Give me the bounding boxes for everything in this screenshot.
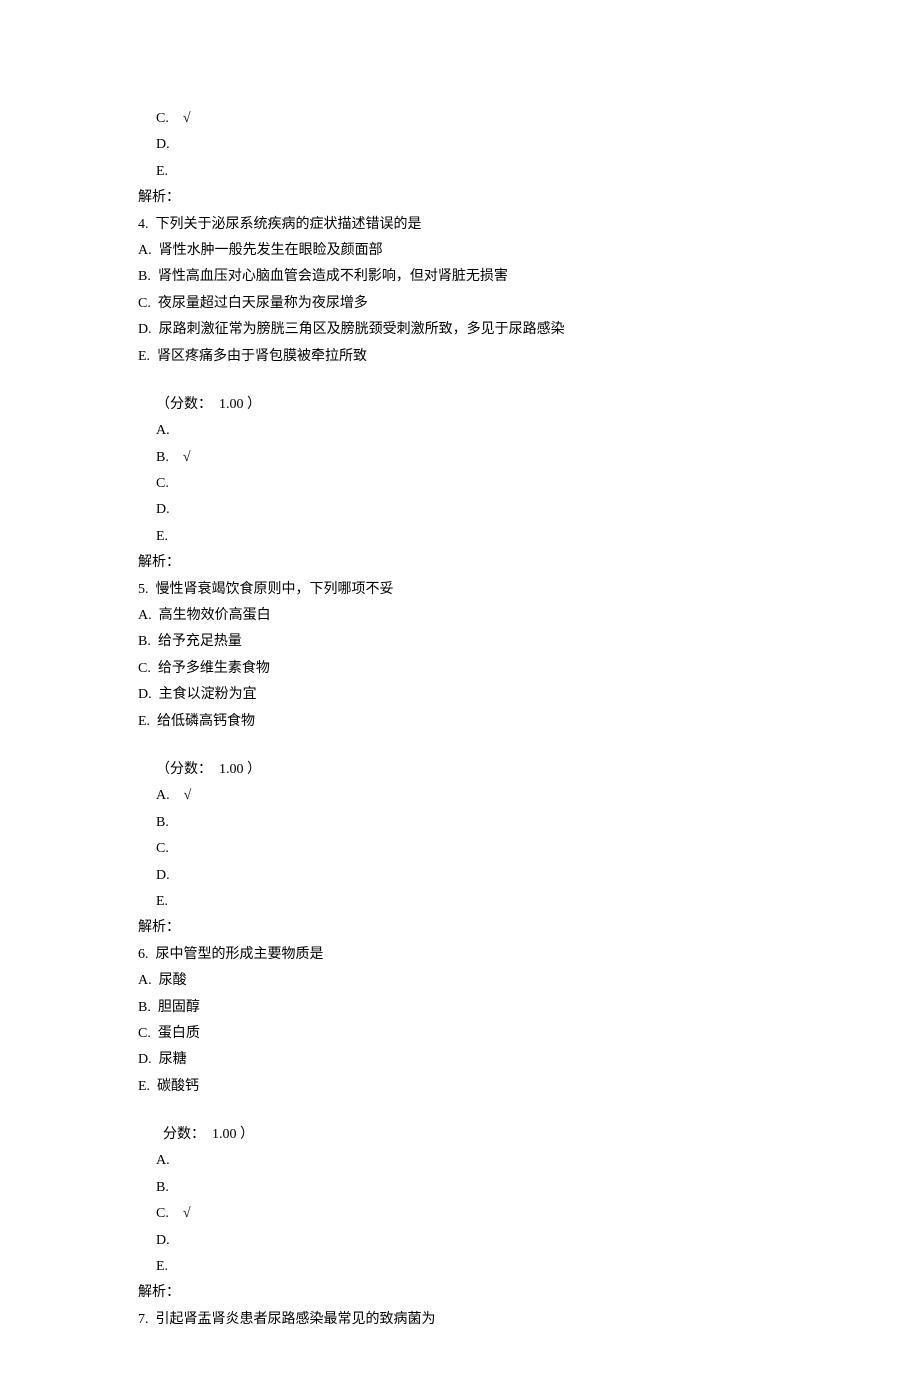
q5-option-e: E. 给低磷高钙食物	[138, 711, 782, 733]
q4-option-a: A. 肾性水肿一般先发生在眼睑及颜面部	[138, 240, 782, 262]
q6-answer-e: E.	[138, 1256, 782, 1278]
q6-score: 分数： 1.00 ）	[138, 1124, 782, 1146]
q4-score: （分数： 1.00 ）	[138, 394, 782, 416]
q3-answer-c: C. √	[138, 108, 782, 130]
q5-option-a: A. 高生物效价高蛋白	[138, 605, 782, 627]
q3-answer-d: D.	[138, 134, 782, 156]
q3-answer-e: E.	[138, 161, 782, 183]
q5-option-b: B. 给予充足热量	[138, 631, 782, 653]
q5-answer-b: B.	[138, 812, 782, 834]
q5-stem: 5. 慢性肾衰竭饮食原则中，下列哪项不妥	[138, 579, 782, 601]
q4-option-c: C. 夜尿量超过白天尿量称为夜尿增多	[138, 293, 782, 315]
q6-answer-c: C. √	[138, 1203, 782, 1225]
q6-answer-b: B.	[138, 1177, 782, 1199]
q4-option-e: E. 肾区疼痛多由于肾包膜被牵拉所致	[138, 346, 782, 368]
q5-option-c: C. 给予多维生素食物	[138, 658, 782, 680]
analysis-label: 解析：	[138, 187, 782, 209]
q5-score: （分数： 1.00 ）	[138, 759, 782, 781]
q5-answer-e: E.	[138, 891, 782, 913]
q5-option-d: D. 主食以淀粉为宜	[138, 684, 782, 706]
q7-stem: 7. 引起肾盂肾炎患者尿路感染最常见的致病菌为	[138, 1309, 782, 1331]
q4-answer-e: E.	[138, 526, 782, 548]
q4-answer-c: C.	[138, 473, 782, 495]
q6-stem: 6. 尿中管型的形成主要物质是	[138, 944, 782, 966]
analysis-label: 解析：	[138, 552, 782, 574]
q4-answer-d: D.	[138, 499, 782, 521]
q5-answer-c: C.	[138, 838, 782, 860]
analysis-label: 解析：	[138, 917, 782, 939]
q4-option-d: D. 尿路刺激征常为膀胱三角区及膀胱颈受刺激所致，多见于尿路感染	[138, 319, 782, 341]
q6-option-d: D. 尿糖	[138, 1049, 782, 1071]
q6-answer-a: A.	[138, 1150, 782, 1172]
q4-option-b: B. 肾性高血压对心脑血管会造成不利影响，但对肾脏无损害	[138, 266, 782, 288]
q4-stem: 4. 下列关于泌尿系统疾病的症状描述错误的是	[138, 214, 782, 236]
q4-answer-b: B. √	[138, 447, 782, 469]
q6-option-a: A. 尿酸	[138, 970, 782, 992]
q5-answer-d: D.	[138, 865, 782, 887]
analysis-label: 解析：	[138, 1282, 782, 1304]
q6-option-b: B. 胆固醇	[138, 997, 782, 1019]
q5-answer-a: A. √	[138, 785, 782, 807]
q6-option-c: C. 蛋白质	[138, 1023, 782, 1045]
q4-answer-a: A.	[138, 420, 782, 442]
q6-option-e: E. 碳酸钙	[138, 1076, 782, 1098]
q6-answer-d: D.	[138, 1230, 782, 1252]
